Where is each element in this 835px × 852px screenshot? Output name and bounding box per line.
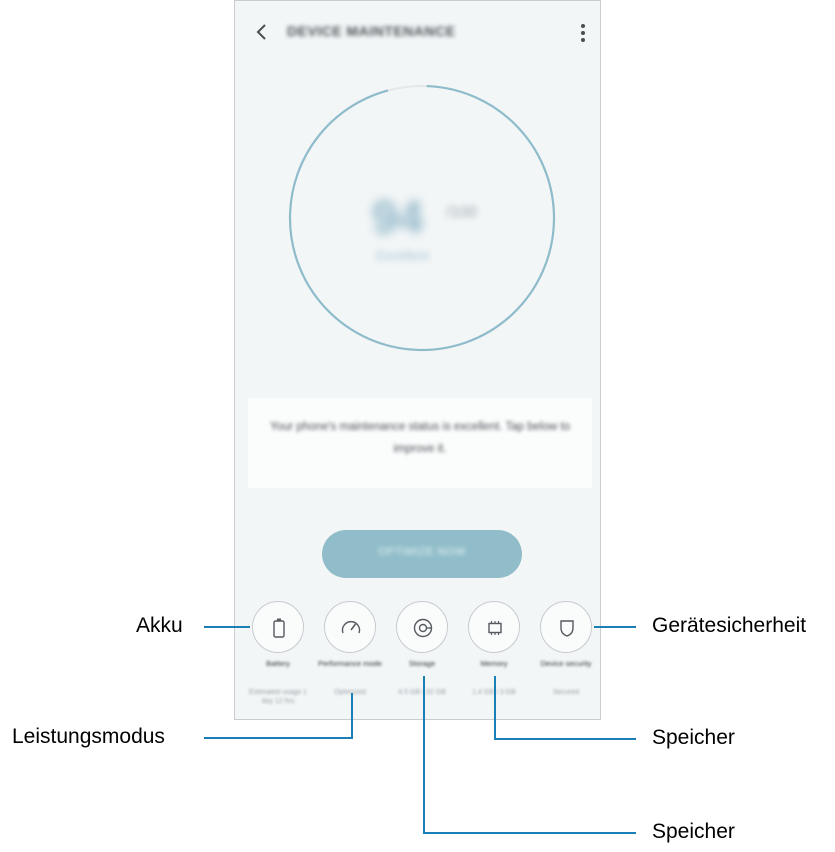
callout-speicher-storage: Speicher (652, 820, 735, 843)
speicher-memory-callout-line (494, 676, 636, 740)
speicher-storage-callout-line (423, 676, 636, 834)
callout-akku: Akku (136, 614, 183, 637)
callout-geraetesicherheit: Gerätesicherheit (652, 614, 807, 637)
leistungsmodus-callout-line (204, 693, 353, 739)
callout-leistungsmodus: Leistungsmodus (12, 725, 165, 748)
callout-speicher-memory: Speicher (652, 726, 735, 749)
